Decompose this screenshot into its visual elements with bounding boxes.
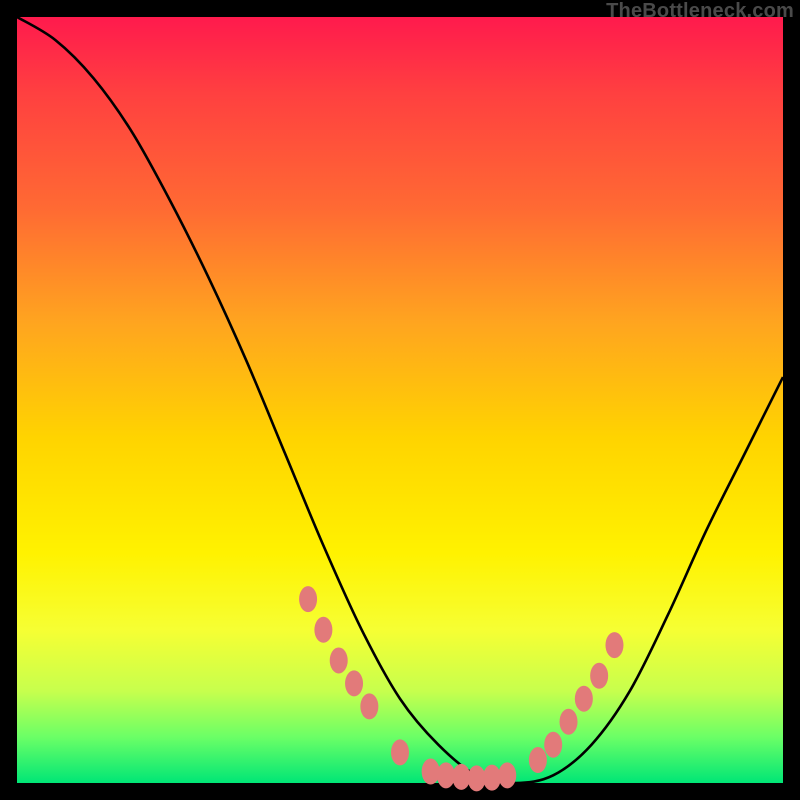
- marker-dot: [452, 764, 470, 790]
- attribution-text: TheBottleneck.com: [606, 0, 794, 23]
- bottleneck-chart-svg: [17, 17, 783, 783]
- marker-dot: [314, 617, 332, 643]
- marker-dot: [498, 762, 516, 788]
- marker-dot: [544, 732, 562, 758]
- marker-dot: [605, 632, 623, 658]
- marker-dot: [345, 670, 363, 696]
- marker-dot: [330, 647, 348, 673]
- bottleneck-curve-path: [17, 17, 783, 783]
- marker-dot: [483, 765, 501, 791]
- marker-dot: [391, 739, 409, 765]
- marker-dot: [529, 747, 547, 773]
- marker-dot: [299, 586, 317, 612]
- marker-dot: [575, 686, 593, 712]
- marker-dot: [437, 762, 455, 788]
- marker-dot: [590, 663, 608, 689]
- marker-dot: [560, 709, 578, 735]
- marker-dot: [468, 765, 486, 791]
- marker-dot: [422, 759, 440, 785]
- chart-area: [17, 17, 783, 783]
- marker-dot: [360, 693, 378, 719]
